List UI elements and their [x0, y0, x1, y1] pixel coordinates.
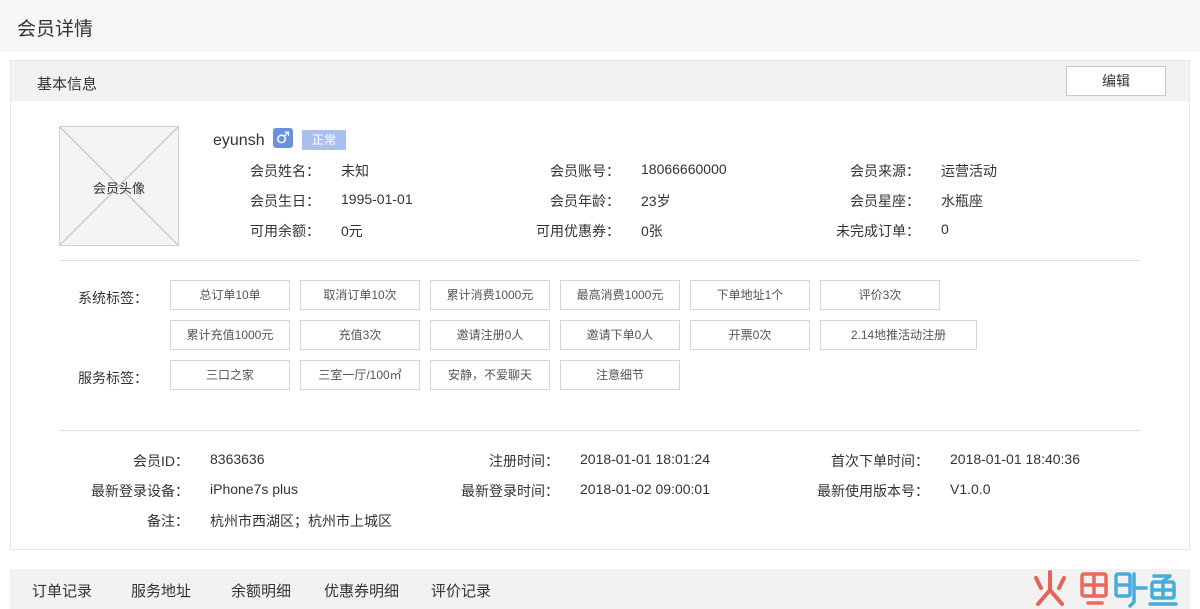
system-tag: 取消订单10次	[300, 280, 420, 310]
info-value-source: 运营活动	[941, 163, 997, 179]
tab-coupon-details[interactable]: 优惠券明细	[324, 580, 399, 601]
divider	[59, 430, 1141, 431]
page-title: 会员详情	[17, 19, 94, 40]
tab-order-records[interactable]: 订单记录	[32, 580, 92, 601]
service-tag: 安静，不爱聊天	[430, 360, 550, 390]
info-value-account: 18066660000	[641, 161, 727, 177]
system-tag: 邀请注册0人	[430, 320, 550, 350]
brand-watermark-logo	[1034, 570, 1178, 608]
meta-label-member-id: 会员ID：	[133, 453, 189, 469]
male-icon: ♂	[273, 128, 293, 148]
system-tag: 邀请下单0人	[560, 320, 680, 350]
system-tag: 2.14地推活动注册	[820, 320, 977, 350]
meta-value-login-device: iPhone7s plus	[210, 481, 298, 497]
service-tags-label: 服务标签：	[78, 370, 148, 386]
info-value-birthday: 1995-01-01	[341, 191, 413, 207]
meta-value-member-id: 8363636	[210, 451, 265, 467]
status-badge: 正常	[302, 130, 346, 150]
meta-label-register-time: 注册时间：	[489, 453, 559, 469]
system-tag: 下单地址1个	[690, 280, 810, 310]
system-tag: 最高消费1000元	[560, 280, 680, 310]
system-tag: 累计充值1000元	[170, 320, 290, 350]
username: eyunsh	[213, 132, 265, 149]
tab-review-records[interactable]: 评价记录	[431, 580, 491, 601]
info-label-zodiac: 会员星座：	[850, 193, 920, 209]
info-value-coupons: 0张	[641, 223, 663, 239]
info-value-zodiac: 水瓶座	[941, 193, 983, 209]
info-label-source: 会员来源：	[850, 163, 920, 179]
system-tag: 评价3次	[820, 280, 940, 310]
edit-button[interactable]: 编辑	[1066, 66, 1166, 96]
info-label-name: 会员姓名：	[250, 163, 320, 179]
info-value-pending-orders: 0	[941, 221, 949, 237]
service-tag: 三口之家	[170, 360, 290, 390]
meta-label-first-order-time: 首次下单时间：	[831, 453, 929, 469]
tab-balance-details[interactable]: 余额明细	[231, 580, 291, 601]
meta-value-register-time: 2018-01-01 18:01:24	[580, 451, 710, 467]
info-value-name: 未知	[341, 163, 369, 179]
panel-title: 基本信息	[37, 76, 98, 93]
service-tag: 注意细节	[560, 360, 680, 390]
meta-value-first-order-time: 2018-01-01 18:40:36	[950, 451, 1080, 467]
info-value-balance: 0元	[341, 223, 363, 239]
basic-info-panel: 基本信息 编辑 会员头像 eyunsh ♂ 正常 会员姓名： 未知 会员账号： …	[10, 60, 1190, 550]
panel-header: 基本信息 编辑	[11, 61, 1189, 101]
detail-tabs: 订单记录 服务地址 余额明细 优惠券明细 评价记录	[10, 569, 1190, 609]
avatar-label: 会员头像	[92, 181, 145, 196]
service-tag: 三室一厅/100㎡	[300, 360, 420, 390]
info-label-age: 会员年龄：	[550, 193, 620, 209]
meta-value-version: V1.0.0	[950, 481, 991, 497]
meta-label-version: 最新使用版本号：	[817, 483, 929, 499]
divider	[59, 260, 1141, 261]
meta-label-login-device: 最新登录设备：	[91, 483, 189, 499]
system-tags-label: 系统标签：	[78, 290, 148, 306]
info-label-birthday: 会员生日：	[250, 193, 320, 209]
info-value-age: 23岁	[641, 193, 671, 209]
tab-service-address[interactable]: 服务地址	[131, 580, 191, 601]
meta-value-remark: 杭州市西湖区；杭州市上城区	[210, 513, 392, 529]
system-tag: 充值3次	[300, 320, 420, 350]
system-tag: 总订单10单	[170, 280, 290, 310]
avatar: 会员头像	[59, 126, 179, 246]
meta-label-remark: 备注：	[147, 513, 189, 529]
meta-value-login-time: 2018-01-02 09:00:01	[580, 481, 710, 497]
info-label-account: 会员账号：	[550, 163, 620, 179]
info-label-coupons: 可用优惠券：	[536, 223, 620, 239]
meta-label-login-time: 最新登录时间：	[461, 483, 559, 499]
system-tag: 累计消费1000元	[430, 280, 550, 310]
page-header: 会员详情	[0, 0, 1200, 52]
info-label-balance: 可用余额：	[250, 223, 320, 239]
info-label-pending-orders: 未完成订单：	[836, 223, 920, 239]
system-tag: 开票0次	[690, 320, 810, 350]
